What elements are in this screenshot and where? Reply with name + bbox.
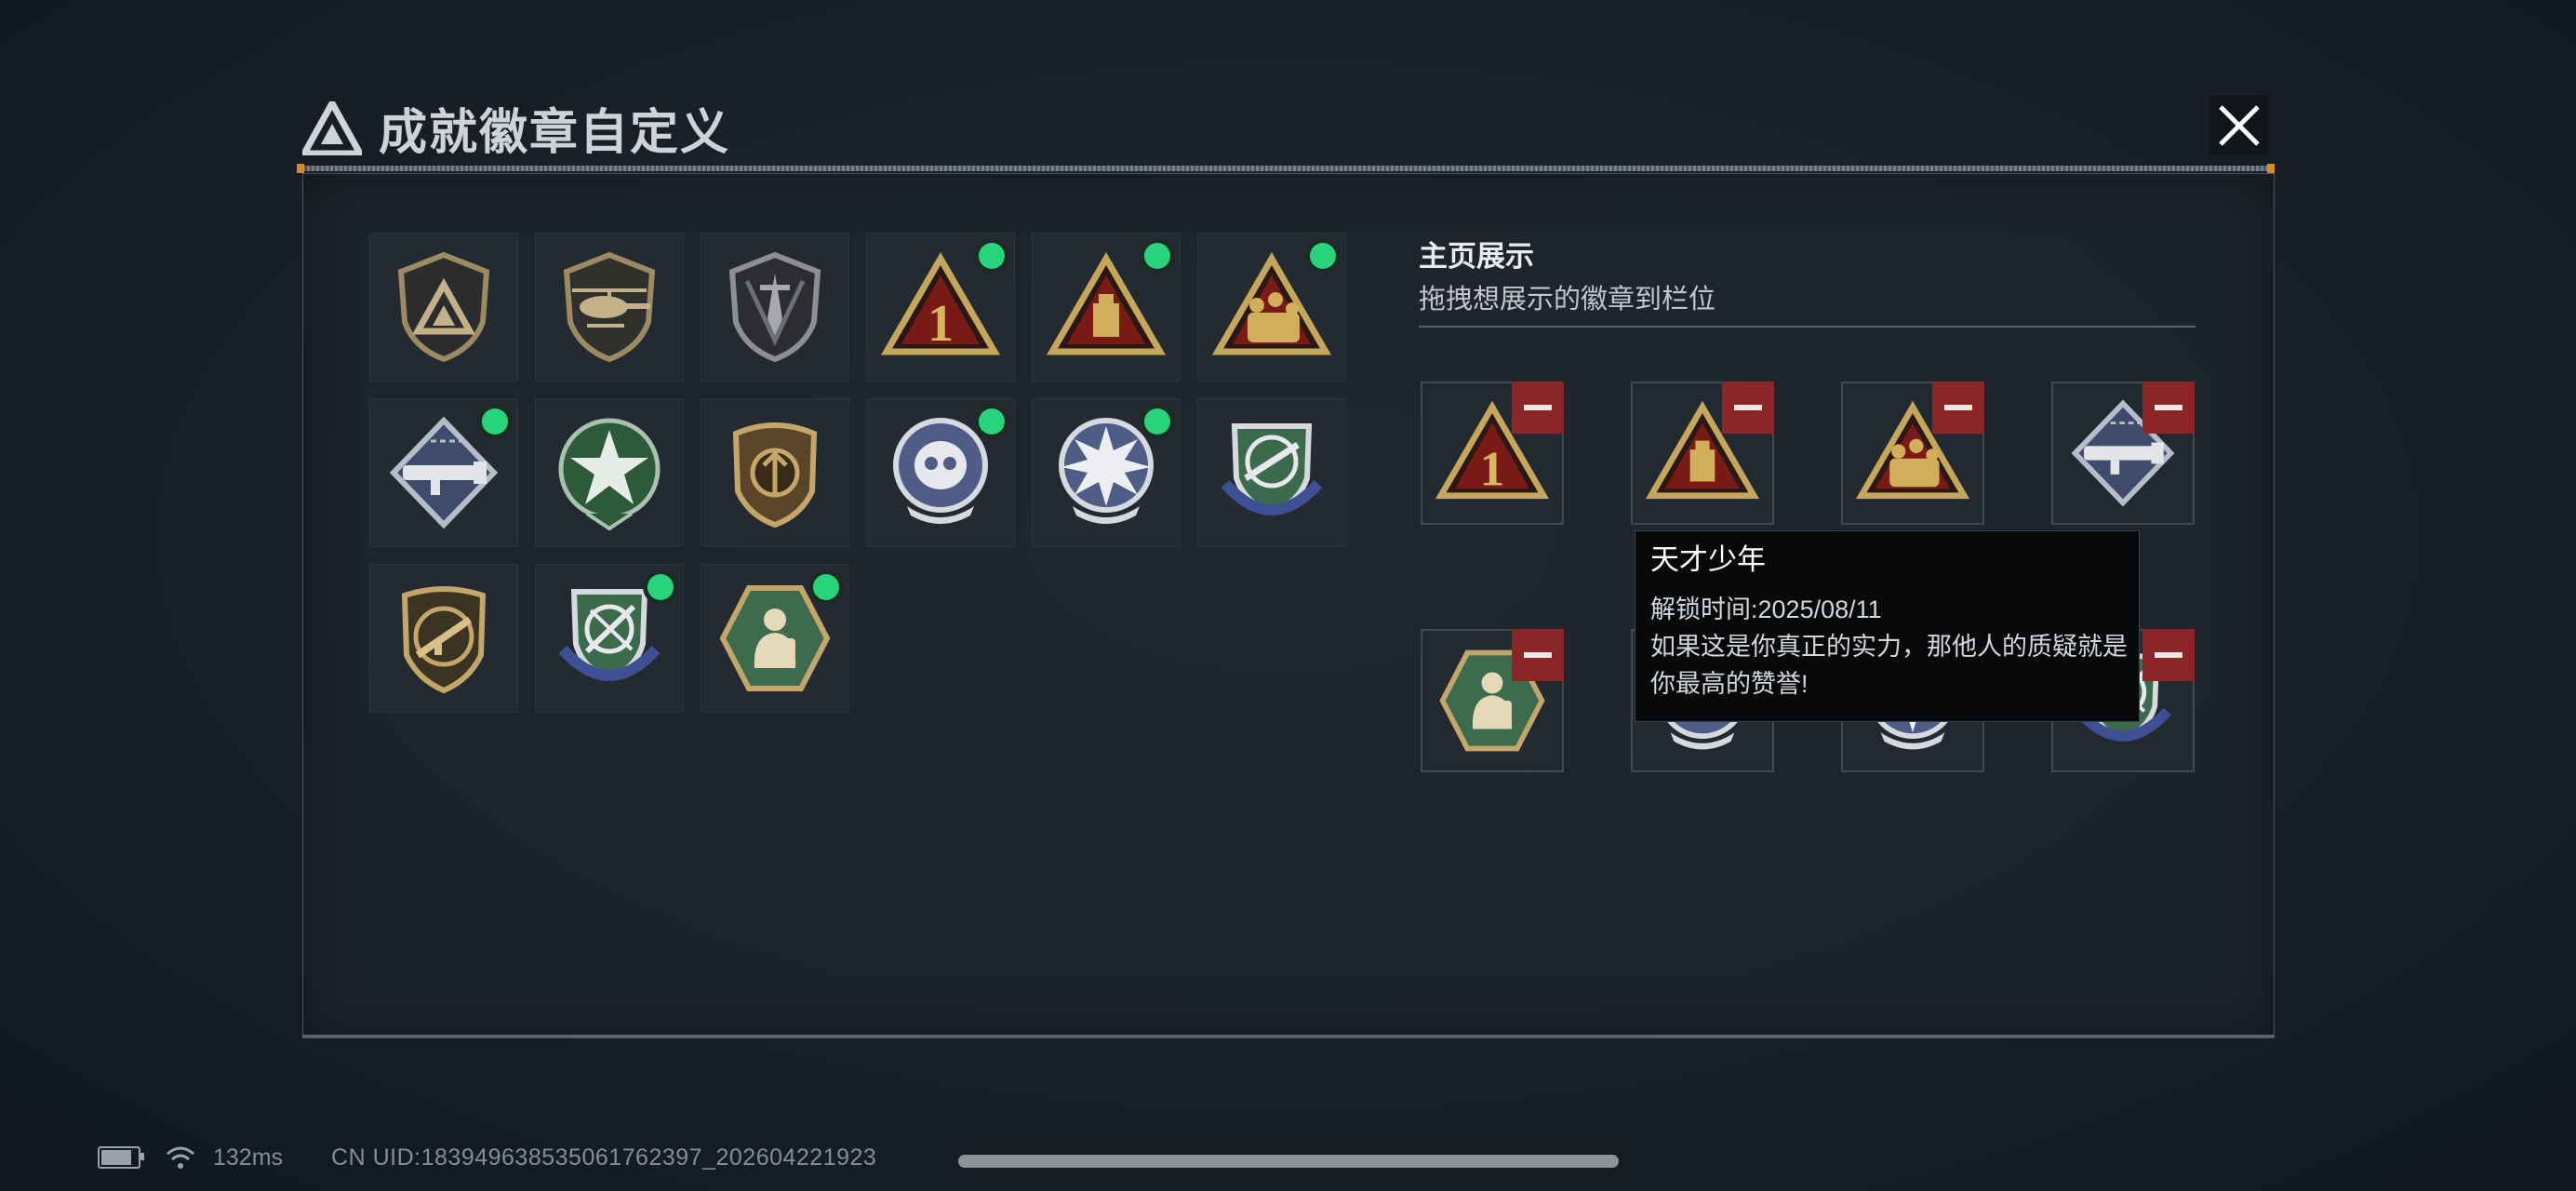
- minus-icon: [1734, 405, 1762, 410]
- new-indicator-dot: [482, 408, 508, 435]
- minus-icon: [2155, 652, 2182, 658]
- tooltip-badge-name: 天才少年: [1650, 543, 1766, 576]
- new-indicator-dot: [979, 408, 1005, 435]
- badge-tooltip: 天才少年 解锁时间:2025/08/11 如果这是你真正的实力，那他人的质疑就是…: [1635, 530, 2140, 722]
- helicopter-badge-icon: [550, 248, 669, 367]
- title-bar: 成就徽章自定义: [302, 93, 730, 163]
- badge-cell[interactable]: [369, 398, 518, 547]
- badge-cell[interactable]: [1032, 398, 1181, 547]
- badge-cell[interactable]: [701, 398, 849, 547]
- badge-cell[interactable]: [866, 233, 1015, 381]
- tooltip-description: 如果这是你真正的实力，那他人的质疑就是你最高的赞誉!: [1650, 633, 2128, 698]
- latency-text: 132ms: [213, 1144, 284, 1171]
- divider-accent-left: [297, 164, 304, 173]
- badge-cell[interactable]: [535, 398, 684, 547]
- badge-cell[interactable]: [369, 233, 518, 381]
- panel-bottom-border: [302, 1035, 2275, 1037]
- wifi-icon: [167, 1146, 194, 1169]
- tooltip-unlock-time: 解锁时间:2025/08/11: [1650, 591, 2124, 628]
- smg-crosshair-badge-icon: [384, 579, 503, 698]
- close-icon[interactable]: [2209, 96, 2269, 155]
- showcase-slot[interactable]: [1841, 381, 1984, 525]
- title-divider: [302, 166, 2273, 171]
- battery-icon: [98, 1146, 144, 1169]
- new-indicator-dot: [979, 243, 1005, 269]
- badge-cell[interactable]: [866, 398, 1015, 547]
- remove-badge-button[interactable]: [1722, 381, 1774, 434]
- dagger-badge-icon: [715, 248, 834, 367]
- bottom-scrollbar[interactable]: [958, 1155, 1619, 1168]
- badge-cell[interactable]: [535, 564, 684, 713]
- status-footer: 132ms CN UID:18394963853506176239­7_2026…: [98, 1140, 876, 1175]
- remove-badge-button[interactable]: [2142, 381, 2195, 434]
- remove-badge-button[interactable]: [2142, 629, 2195, 681]
- unlock-date: 2025/08/11: [1757, 596, 1882, 623]
- battery-level: [101, 1150, 132, 1165]
- green-star-badge-icon: [550, 413, 669, 532]
- minus-icon: [1524, 652, 1552, 658]
- badge-cell[interactable]: [369, 564, 518, 713]
- minus-icon: [2155, 405, 2182, 410]
- shield-delta-badge-icon: [384, 248, 503, 367]
- remove-badge-button[interactable]: [1512, 381, 1564, 434]
- badge-cell[interactable]: [535, 233, 684, 381]
- badge-cell[interactable]: [1032, 233, 1181, 381]
- badge-cell[interactable]: [1197, 233, 1346, 381]
- divider-accent-right: [2267, 164, 2275, 173]
- new-indicator-dot: [1144, 243, 1170, 269]
- new-indicator-dot: [813, 574, 839, 600]
- showcase-slot[interactable]: [1421, 381, 1564, 525]
- showcase-divider: [1419, 326, 2196, 328]
- showcase-slot[interactable]: [1631, 381, 1774, 525]
- delta-logo-icon: [302, 100, 362, 155]
- showcase-subtitle: 拖拽想展示的徽章到栏位: [1419, 285, 1716, 314]
- showcase-slot[interactable]: [1421, 629, 1564, 772]
- new-indicator-dot: [1310, 243, 1336, 269]
- new-indicator-dot: [1144, 408, 1170, 435]
- remove-badge-button[interactable]: [1932, 381, 1984, 434]
- bronze-crest-badge-icon: [715, 413, 834, 532]
- remove-badge-button[interactable]: [1512, 629, 1564, 681]
- showcase-title: 主页展示: [1419, 240, 1534, 273]
- unlock-label: 解锁时间:: [1650, 596, 1758, 623]
- badge-cell[interactable]: [701, 233, 849, 381]
- rifle-blue-shield-badge-icon: [1212, 413, 1331, 532]
- uid-text: CN UID:18394963853506176239­7_2026042219…: [331, 1144, 877, 1171]
- showcase-slot[interactable]: [2051, 381, 2195, 525]
- new-indicator-dot: [647, 574, 674, 600]
- badge-cell[interactable]: [1197, 398, 1346, 547]
- minus-icon: [1944, 405, 1972, 410]
- minus-icon: [1524, 405, 1552, 410]
- page-title: 成就徽章自定义: [379, 106, 731, 160]
- badge-cell[interactable]: [701, 564, 849, 713]
